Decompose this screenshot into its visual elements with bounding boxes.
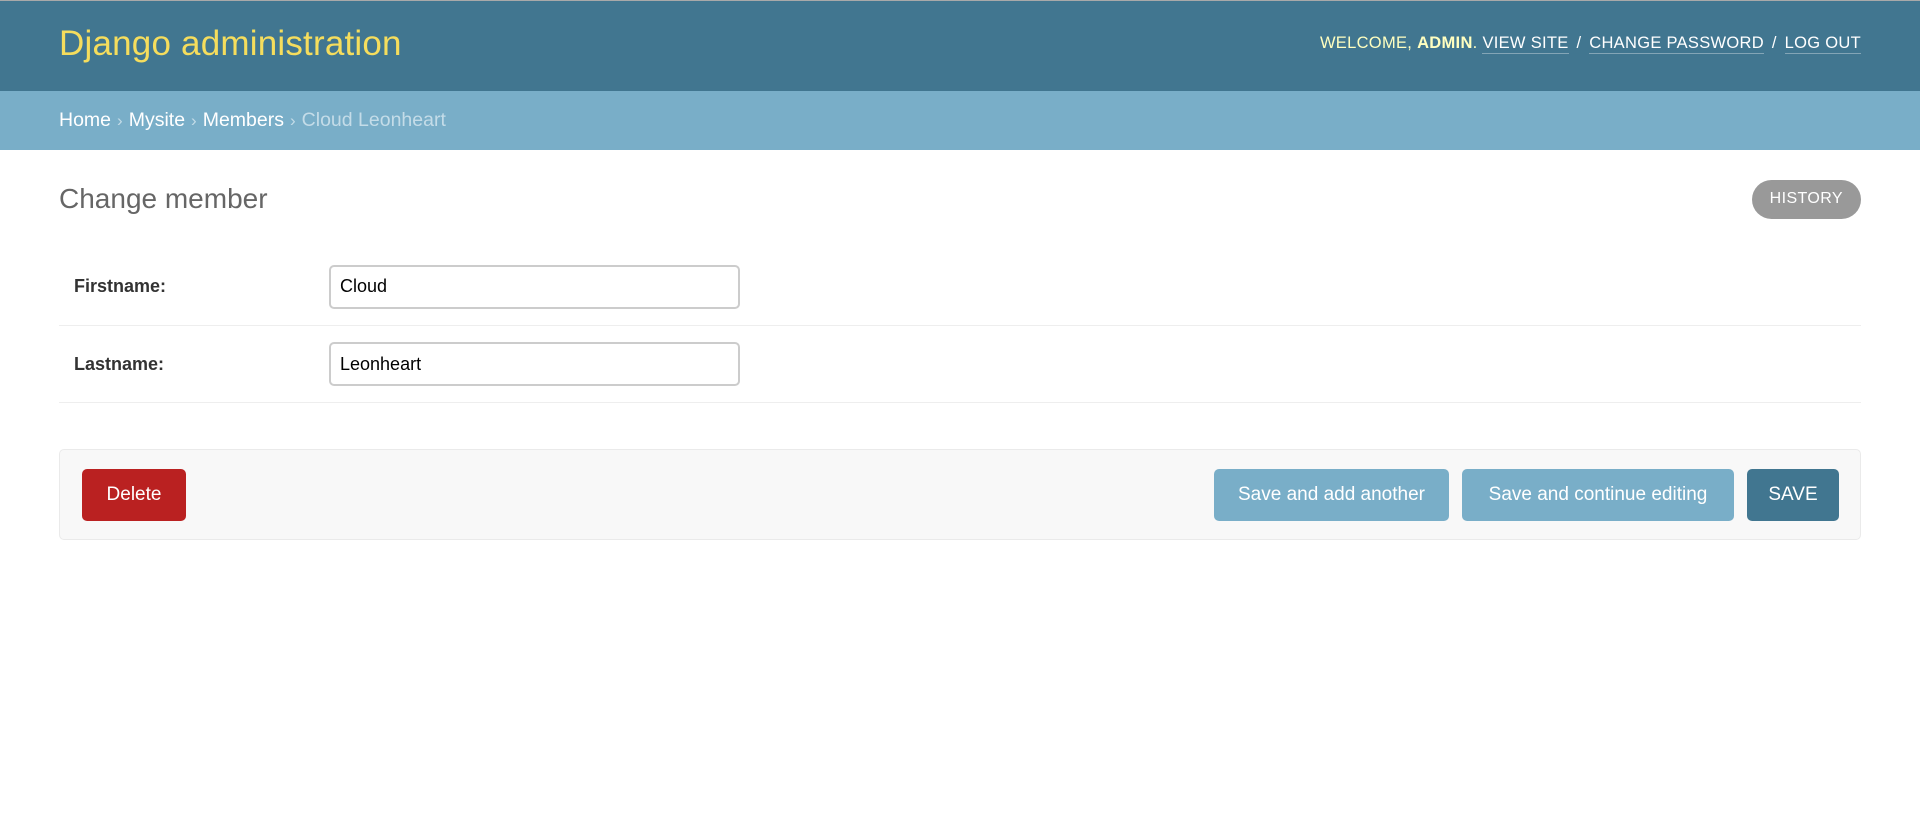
- save-and-add-another-button[interactable]: Save and add another: [1214, 468, 1449, 521]
- page-title: Change member: [59, 183, 268, 214]
- lastname-label: Lastname:: [74, 353, 165, 374]
- change-password-link[interactable]: Change password: [1589, 33, 1764, 54]
- breadcrumb: Home › Mysite › Members › Cloud Leonhear…: [0, 91, 1920, 150]
- breadcrumb-members[interactable]: Members: [203, 109, 284, 132]
- lastname-input[interactable]: [329, 342, 740, 386]
- chevron-right-icon: ›: [191, 110, 197, 130]
- content: Change member History Firstname: Lastnam…: [0, 150, 1920, 540]
- save-button[interactable]: Save: [1747, 468, 1839, 521]
- breadcrumb-mysite[interactable]: Mysite: [129, 109, 185, 132]
- breadcrumb-home[interactable]: Home: [59, 109, 111, 132]
- save-and-continue-button[interactable]: Save and continue editing: [1462, 468, 1734, 521]
- breadcrumb-current: Cloud Leonheart: [301, 109, 446, 131]
- form-row-lastname: Lastname:: [59, 326, 1861, 403]
- chevron-right-icon: ›: [117, 110, 123, 130]
- user-tools: Welcome, admin. View site / Change passw…: [1319, 33, 1861, 54]
- chevron-right-icon: ›: [290, 110, 296, 130]
- delete-button[interactable]: Delete: [82, 468, 186, 521]
- firstname-label: Firstname:: [74, 276, 167, 296]
- change-form: Firstname: Lastname: Delete Save and add…: [59, 248, 1861, 540]
- save-buttons-group: Save and add another Save and continue e…: [1214, 468, 1839, 521]
- form-row-firstname: Firstname:: [59, 248, 1861, 326]
- welcome-suffix: .: [1472, 33, 1478, 52]
- header: Django administration Welcome, admin. Vi…: [0, 1, 1920, 91]
- title-row: Change member History: [59, 150, 1861, 250]
- history-button[interactable]: History: [1751, 179, 1861, 219]
- firstname-input[interactable]: [329, 264, 740, 309]
- welcome-text: Welcome,: [1319, 33, 1413, 52]
- site-name[interactable]: Django administration: [59, 24, 402, 64]
- username: admin: [1417, 33, 1473, 52]
- submit-row: Delete Save and add another Save and con…: [59, 449, 1861, 540]
- separator: /: [1771, 33, 1777, 52]
- view-site-link[interactable]: View site: [1482, 33, 1569, 54]
- separator: /: [1576, 33, 1582, 52]
- log-out-link[interactable]: Log out: [1784, 33, 1861, 54]
